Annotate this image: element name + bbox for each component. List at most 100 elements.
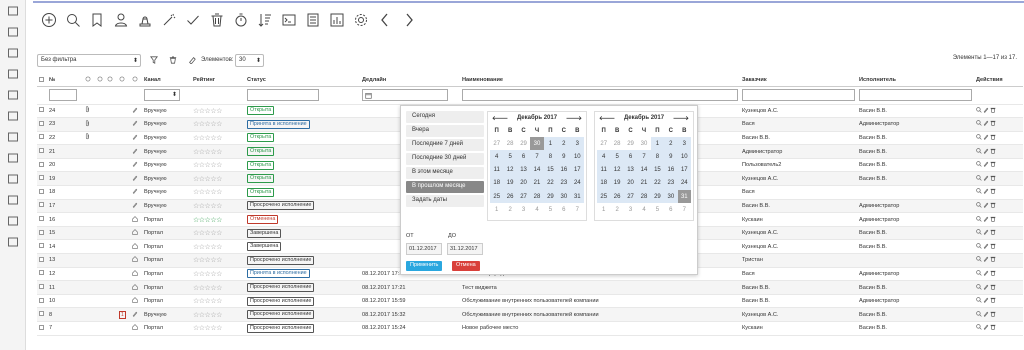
table-row[interactable]: 10 Портал ☆☆☆☆☆ Просрочено исполнение 08.12.… (37, 294, 1023, 309)
range-option[interactable]: Последние 7 дней (406, 139, 484, 151)
calendar-day[interactable]: 24 (677, 176, 691, 190)
sidebar-item[interactable] (0, 105, 25, 126)
delete-icon[interactable] (990, 161, 996, 167)
calendar-day[interactable]: 1 (650, 137, 665, 151)
sidebar-item[interactable] (0, 42, 25, 63)
calendar-day[interactable]: 28 (503, 137, 516, 150)
rating-stars[interactable]: ☆☆☆☆☆ (193, 217, 222, 224)
rating-stars[interactable]: ☆☆☆☆☆ (193, 203, 222, 210)
rows-per-page-select[interactable]: 30 ⬍ (235, 54, 264, 67)
view-icon[interactable] (976, 202, 982, 208)
from-date-input[interactable]: 01.12.2017 (406, 243, 442, 255)
stamp-icon[interactable] (136, 11, 154, 29)
calendar-day[interactable]: 5 (610, 150, 624, 164)
table-row[interactable]: 11 Портал ☆☆☆☆☆ Просрочено исполнение 08.12.… (37, 280, 1023, 295)
edit-icon[interactable] (983, 148, 989, 154)
delete-icon[interactable] (990, 284, 996, 290)
view-icon[interactable] (976, 215, 982, 222)
search-icon[interactable] (64, 11, 82, 29)
row-checkbox[interactable] (39, 175, 44, 181)
view-icon[interactable] (976, 120, 982, 127)
rating-stars[interactable]: ☆☆☆☆☆ (193, 189, 222, 196)
calendar-day[interactable]: 27 (516, 189, 531, 204)
calendar-day[interactable]: 15 (543, 163, 558, 177)
rating-stars[interactable]: ☆☆☆☆☆ (193, 285, 222, 292)
calendar-day[interactable]: 16 (557, 163, 571, 177)
sidebar-item[interactable] (0, 231, 25, 252)
calendar-day[interactable]: 14 (530, 163, 544, 177)
table-row[interactable]: 8 1 Вручную ☆☆☆☆☆ Просрочено исполнение 08.12… (37, 307, 1023, 322)
checkbox-cell[interactable] (37, 321, 47, 336)
filter-status-input[interactable] (247, 89, 319, 101)
calendar-day[interactable]: 10 (677, 150, 691, 164)
terminal-icon[interactable] (280, 11, 298, 29)
filter-number-input[interactable] (49, 89, 77, 101)
calendar-day[interactable]: 4 (490, 150, 504, 164)
calendar-day[interactable]: 28 (530, 189, 544, 204)
checkbox-cell[interactable] (37, 199, 47, 214)
edit-icon[interactable] (983, 161, 989, 168)
view-icon[interactable] (976, 229, 982, 235)
calendar-day[interactable]: 24 (570, 176, 584, 190)
eraser-icon[interactable] (188, 56, 196, 66)
column-header[interactable]: Наименование (460, 75, 740, 87)
range-option[interactable]: Сегодня (406, 111, 484, 123)
calendar-day[interactable]: 9 (664, 150, 678, 164)
rating-stars[interactable]: ☆☆☆☆☆ (193, 271, 222, 278)
view-icon[interactable] (976, 175, 982, 181)
edit-icon[interactable] (983, 134, 989, 140)
calendar-day[interactable]: 31 (677, 189, 691, 204)
calendar-day[interactable]: 20 (623, 176, 638, 190)
view-icon[interactable] (976, 270, 982, 276)
calendar-day[interactable]: 4 (530, 203, 543, 216)
checkbox-cell[interactable] (37, 226, 47, 241)
filter-select[interactable]: Без фильтра ⬍ (37, 54, 141, 67)
column-header[interactable]: Статус (245, 75, 360, 87)
row-checkbox[interactable] (39, 243, 44, 249)
row-checkbox[interactable] (39, 216, 44, 222)
calendar-day[interactable]: 27 (623, 189, 638, 204)
user-icon[interactable] (112, 11, 130, 29)
cancel-button[interactable]: Отмена (452, 261, 480, 271)
gear-icon[interactable] (352, 11, 370, 29)
calendar-day[interactable]: 12 (610, 163, 624, 177)
apply-button[interactable]: Применить (406, 261, 443, 271)
add-icon[interactable] (40, 11, 58, 29)
rating-stars[interactable]: ☆☆☆☆☆ (193, 257, 222, 264)
rating-stars[interactable]: ☆☆☆☆☆ (193, 230, 222, 237)
delete-icon[interactable] (990, 120, 996, 127)
timer-icon[interactable] (232, 11, 250, 29)
range-option[interactable]: Последние 30 дней (406, 153, 484, 165)
rating-stars[interactable]: ☆☆☆☆☆ (193, 325, 222, 332)
edit-icon[interactable] (983, 107, 989, 113)
edit-icon[interactable] (983, 229, 989, 235)
sidebar-item[interactable] (0, 147, 25, 168)
calendar-day[interactable]: 6 (557, 203, 570, 216)
calendar-day[interactable]: 1 (543, 137, 558, 151)
list-icon[interactable] (304, 11, 322, 29)
to-date-input[interactable]: 31.12.2017 (447, 243, 483, 255)
edit-icon[interactable] (983, 175, 989, 181)
rating-stars[interactable]: ☆☆☆☆☆ (193, 312, 222, 319)
calendar-day[interactable]: 28 (610, 137, 623, 150)
row-checkbox[interactable] (39, 256, 44, 262)
sidebar-item[interactable] (0, 21, 25, 42)
calendar-day[interactable]: 7 (530, 150, 544, 164)
calendar-day[interactable]: 22 (543, 176, 558, 190)
calendar-day[interactable]: 8 (650, 150, 665, 164)
row-checkbox[interactable] (39, 270, 44, 276)
calendar-day[interactable]: 5 (544, 203, 557, 216)
sidebar-item[interactable] (0, 189, 25, 210)
edit-icon[interactable] (983, 256, 989, 263)
calendar-day[interactable]: 3 (570, 137, 584, 151)
view-icon[interactable] (976, 283, 982, 290)
table-row[interactable]: 7 Портал ☆☆☆☆☆ Просрочено исполнение 08.12.2… (37, 321, 1023, 336)
sort-icon[interactable] (256, 11, 274, 29)
rating-stars[interactable]: ☆☆☆☆☆ (193, 135, 222, 142)
rating-stars[interactable]: ☆☆☆☆☆ (193, 108, 222, 115)
calendar-day[interactable]: 30 (530, 137, 544, 151)
chart-icon[interactable] (328, 11, 346, 29)
delete-icon[interactable] (990, 175, 996, 181)
calendar-day[interactable]: 1 (597, 203, 610, 216)
edit-icon[interactable] (983, 311, 989, 317)
